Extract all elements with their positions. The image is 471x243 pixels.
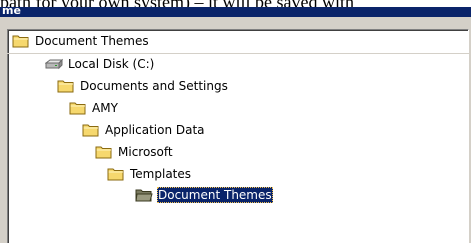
folder-icon xyxy=(82,123,100,137)
tree-item-microsoft[interactable]: Microsoft xyxy=(95,143,174,161)
dialog-title: me xyxy=(2,7,21,17)
tree-item-label: Microsoft xyxy=(118,145,173,159)
folder-tree-list[interactable]: Local Disk (C:) Documents and Settings A… xyxy=(7,54,469,243)
tree-item-label: Templates xyxy=(130,167,192,181)
save-in-dropdown[interactable]: Document Themes xyxy=(7,29,469,53)
folder-icon xyxy=(12,34,30,48)
tree-item-application-data[interactable]: Application Data xyxy=(82,121,206,139)
drive-icon xyxy=(45,57,63,71)
folder-open-icon xyxy=(135,188,153,202)
tree-item-label: AMY xyxy=(92,101,118,115)
folder-icon xyxy=(69,101,87,115)
tree-item-templates[interactable]: Templates xyxy=(107,165,192,183)
tree-item-label: Document Themes xyxy=(157,187,273,203)
folder-icon xyxy=(107,167,125,181)
tree-item-document-themes[interactable]: Document Themes xyxy=(135,186,273,204)
tree-item-documents-and-settings[interactable]: Documents and Settings xyxy=(57,77,229,95)
tree-item-label: Documents and Settings xyxy=(80,79,228,93)
tree-item-amy[interactable]: AMY xyxy=(69,99,119,117)
tree-item-local-disk[interactable]: Local Disk (C:) xyxy=(45,55,155,73)
dialog-title-bar[interactable]: me xyxy=(0,7,471,17)
folder-icon xyxy=(95,145,113,159)
tree-item-label: Local Disk (C:) xyxy=(68,57,155,71)
tree-item-label: Application Data xyxy=(105,123,205,137)
save-in-dropdown-value: Document Themes xyxy=(12,32,150,50)
folder-icon xyxy=(57,79,75,93)
save-in-dropdown-label: Document Themes xyxy=(35,34,149,48)
